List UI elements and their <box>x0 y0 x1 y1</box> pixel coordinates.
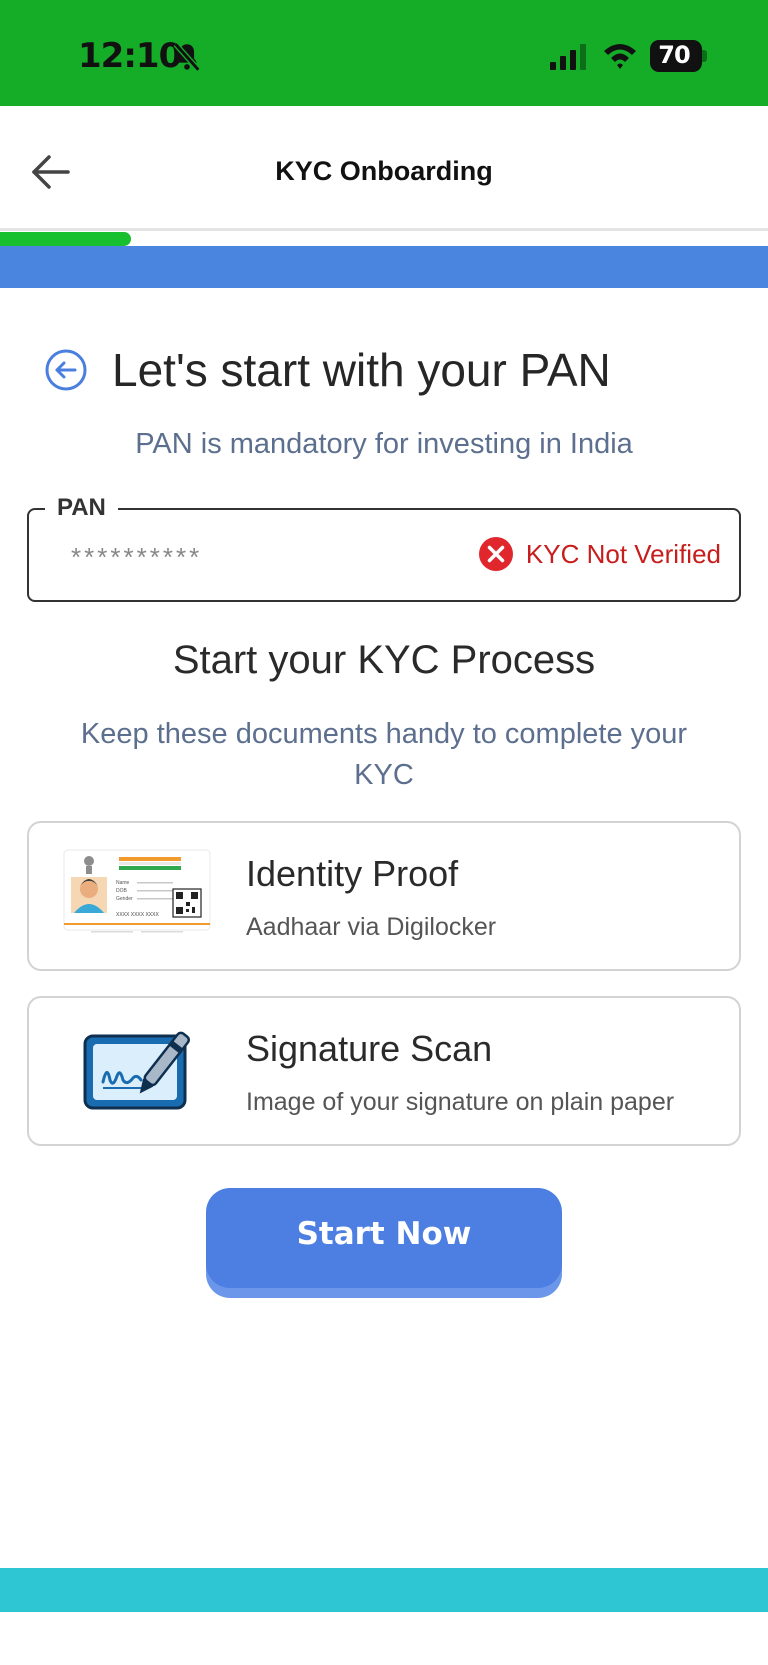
svg-text:DOB: DOB <box>116 888 128 894</box>
start-now-button[interactable]: Start Now <box>206 1188 562 1288</box>
header-title: KYC Onboarding <box>275 156 493 186</box>
cellular-signal-icon <box>550 44 586 70</box>
wifi-icon <box>604 44 636 69</box>
header-banner <box>0 246 768 288</box>
title-row: Let's start with your PAN <box>44 338 611 402</box>
progress-bar <box>0 232 131 246</box>
svg-text:XXXX XXXX XXXX: XXXX XXXX XXXX <box>116 912 159 918</box>
identity-proof-subtitle: Aadhaar via Digilocker <box>246 913 497 941</box>
pan-field[interactable]: PAN ********** KYC Not Verified <box>27 494 741 602</box>
kyc-status: KYC Not Verified <box>478 536 721 572</box>
header-divider <box>0 228 768 231</box>
svg-text:Name: Name <box>116 880 130 886</box>
signature-scan-subtitle: Image of your signature on plain paper <box>246 1088 675 1116</box>
page-title: Let's start with your PAN <box>112 344 611 396</box>
battery-cap <box>702 50 707 62</box>
pan-value: ********** <box>71 542 203 572</box>
bell-muted-icon <box>173 42 201 72</box>
section-title: Start your KYC Process <box>172 638 596 682</box>
footer-band <box>0 1568 768 1612</box>
signature-pen-icon <box>83 1031 191 1110</box>
status-bar: 12:10 70 <box>0 0 768 106</box>
kyc-status-text: KYC Not Verified <box>525 538 721 569</box>
section-description: Keep these documents handy to complete y… <box>80 718 688 791</box>
status-time: 12:10 <box>78 36 182 76</box>
error-x-icon <box>478 537 513 571</box>
signature-scan-title: Signature Scan <box>246 1028 493 1069</box>
battery-level: 70 <box>658 41 690 69</box>
signature-scan-card[interactable]: Signature Scan Image of your signature o… <box>27 996 741 1146</box>
kyc-onboarding-screen: 12:10 70 KYC Onboarding Let's start with… <box>0 0 768 1665</box>
page-subtitle: PAN is mandatory for investing in India <box>135 428 633 460</box>
identity-proof-title: Identity Proof <box>246 853 459 894</box>
circle-arrow-left-icon[interactable] <box>44 348 88 392</box>
start-now-label: Start Now <box>296 1216 472 1252</box>
aadhaar-card-icon: Name DOB Gender XXXX XXXX XXXX <box>63 849 211 933</box>
app-header: KYC Onboarding <box>0 106 768 230</box>
svg-text:Gender: Gender <box>116 896 133 902</box>
identity-proof-card[interactable]: Name DOB Gender XXXX XXXX XXXX Identity … <box>27 821 741 971</box>
pan-field-label: PAN <box>45 494 118 522</box>
